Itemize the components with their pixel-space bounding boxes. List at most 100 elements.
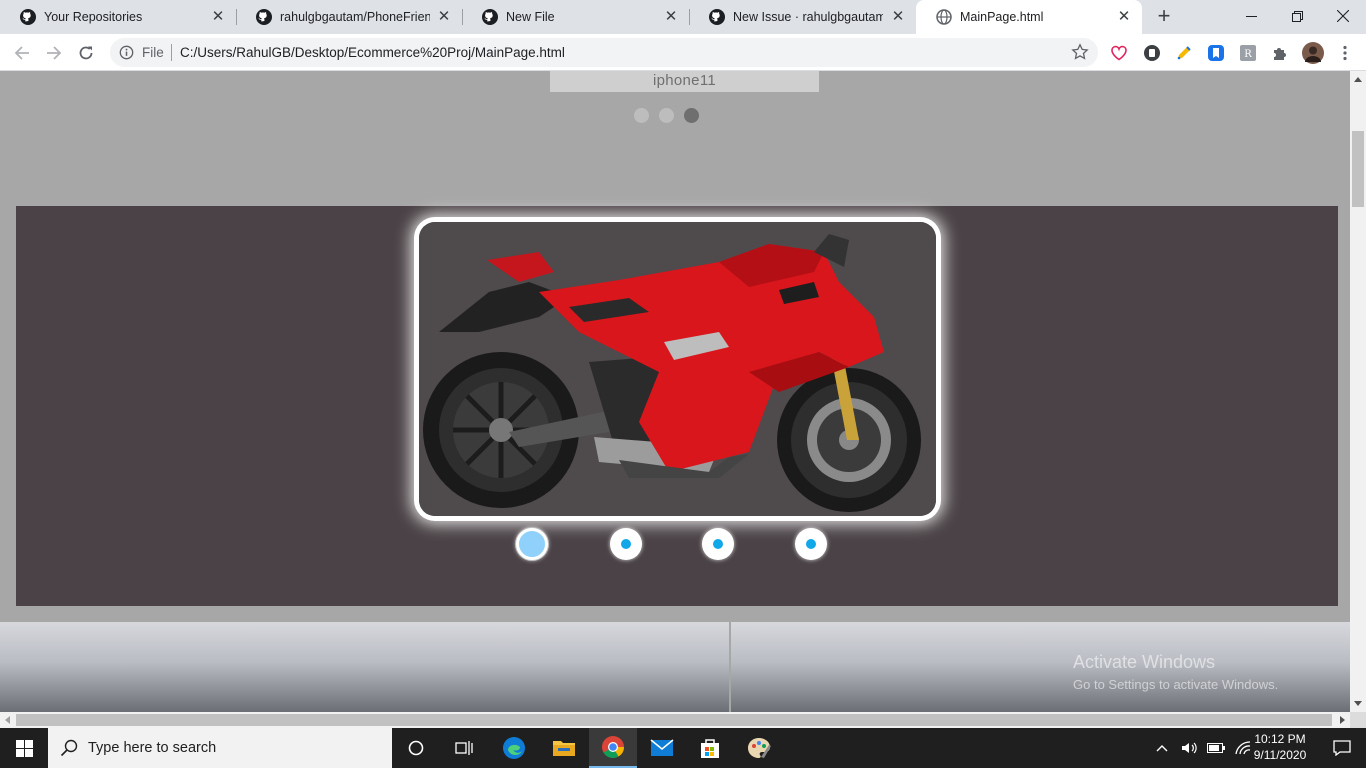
slider-dot[interactable] xyxy=(659,108,674,123)
arrow-right-icon xyxy=(47,46,62,60)
slide-radio-3[interactable] xyxy=(702,528,734,560)
notification-icon xyxy=(1333,740,1351,756)
minimize-button[interactable] xyxy=(1228,0,1274,32)
tab-title: New File xyxy=(506,10,555,24)
puzzle-extensions-icon[interactable] xyxy=(1271,44,1289,62)
chevron-up-icon[interactable] xyxy=(1155,743,1169,753)
extension-badge-icon[interactable] xyxy=(1143,44,1161,62)
heart-extension-icon[interactable] xyxy=(1110,44,1128,62)
store-bag-icon xyxy=(701,739,719,758)
more-menu-icon[interactable] xyxy=(1336,44,1354,62)
url-text[interactable]: C:/Users/RahulGB/Desktop/Ecommerce%20Pro… xyxy=(180,45,565,60)
activate-windows-title: Activate Windows xyxy=(1073,652,1216,672)
bookmark-star-icon[interactable] xyxy=(1071,43,1089,61)
product-card-banner[interactable] xyxy=(731,622,1350,712)
task-view-icon xyxy=(455,741,473,755)
github-icon xyxy=(256,9,272,25)
cortana-button[interactable] xyxy=(392,728,440,768)
close-icon[interactable]: ✕ xyxy=(663,9,679,25)
edge-icon xyxy=(503,737,525,759)
clock-time: 10:12 PM xyxy=(1254,732,1306,746)
folder-icon xyxy=(553,741,575,756)
slide-caption: iphone11 xyxy=(550,71,819,92)
tab-phonefriend[interactable]: rahulgbgautam/PhoneFriend ✕ xyxy=(236,0,462,34)
scrollbar-corner xyxy=(1350,712,1366,728)
system-tray xyxy=(1155,728,1251,768)
slide-image-frame xyxy=(419,222,936,516)
restore-icon xyxy=(1291,10,1303,22)
windows-logo-icon xyxy=(15,739,33,757)
tab-strip: Your Repositories ✕ rahulgbgautam/PhoneF… xyxy=(0,0,1366,34)
clock-date: 9/11/2020 xyxy=(1253,748,1307,762)
tab-new-file[interactable]: New File ✕ xyxy=(462,0,689,34)
arrow-left-icon xyxy=(14,46,29,60)
slide-radio-4[interactable] xyxy=(795,528,827,560)
forward-button[interactable] xyxy=(42,41,66,65)
close-icon[interactable]: ✕ xyxy=(210,9,226,25)
product-card-banner[interactable] xyxy=(0,622,729,712)
bookmark-extension-icon[interactable] xyxy=(1207,44,1225,62)
scroll-right-arrow[interactable] xyxy=(1340,716,1345,724)
edge-taskbar-button[interactable] xyxy=(490,728,538,768)
globe-icon xyxy=(936,9,952,25)
start-button[interactable] xyxy=(0,728,48,768)
close-icon[interactable]: ✕ xyxy=(890,9,906,25)
scroll-down-arrow[interactable] xyxy=(1354,701,1362,706)
taskbar-search-box[interactable]: Type here to search xyxy=(48,728,392,768)
address-divider xyxy=(171,44,172,61)
github-icon xyxy=(482,9,498,25)
windows-taskbar: Type here to search 10:12 PM 9/11/2020 xyxy=(0,728,1366,768)
tab-title: New Issue · rahulgbgautam/Ec xyxy=(733,10,883,24)
reload-button[interactable] xyxy=(74,41,98,65)
slide-radio-1[interactable] xyxy=(516,528,548,560)
back-button[interactable] xyxy=(10,41,34,65)
tab-your-repositories[interactable]: Your Repositories ✕ xyxy=(0,0,236,34)
tab-title: rahulgbgautam/PhoneFriend xyxy=(280,10,430,24)
scroll-left-arrow[interactable] xyxy=(5,716,10,724)
action-center-button[interactable] xyxy=(1318,728,1366,768)
slider-dot[interactable] xyxy=(634,108,649,123)
chrome-taskbar-button[interactable] xyxy=(589,728,637,768)
slide-radio-2[interactable] xyxy=(610,528,642,560)
taskbar-clock[interactable]: 10:12 PM 9/11/2020 xyxy=(1240,731,1320,763)
radio-dot xyxy=(806,539,816,549)
info-icon[interactable] xyxy=(119,45,134,60)
cortana-circle-icon xyxy=(408,740,424,756)
radio-dot xyxy=(713,539,723,549)
scroll-thumb[interactable] xyxy=(1352,131,1364,207)
search-icon xyxy=(60,739,78,757)
search-placeholder: Type here to search xyxy=(88,740,217,756)
vertical-scrollbar[interactable] xyxy=(1350,71,1366,712)
paint-palette-icon xyxy=(748,738,771,758)
tab-mainpage[interactable]: MainPage.html ✕ xyxy=(916,0,1142,34)
motorcycle-image xyxy=(419,222,936,516)
mail-icon xyxy=(650,739,674,756)
horizontal-scrollbar[interactable] xyxy=(0,712,1350,728)
avatar[interactable] xyxy=(1302,42,1324,64)
close-window-button[interactable] xyxy=(1320,0,1366,32)
scroll-thumb[interactable] xyxy=(16,714,1332,726)
chrome-icon xyxy=(602,736,624,758)
store-taskbar-button[interactable] xyxy=(686,728,734,768)
tab-new-issue[interactable]: New Issue · rahulgbgautam/Ec ✕ xyxy=(689,0,916,34)
minimize-icon xyxy=(1245,15,1257,17)
file-explorer-button[interactable] xyxy=(540,728,588,768)
reader-extension-icon[interactable]: R xyxy=(1239,44,1257,62)
tab-title: MainPage.html xyxy=(960,10,1044,24)
battery-icon[interactable] xyxy=(1207,743,1225,753)
pencil-extension-icon[interactable] xyxy=(1175,44,1193,62)
task-view-button[interactable] xyxy=(440,728,488,768)
scroll-up-arrow[interactable] xyxy=(1354,77,1362,82)
close-icon[interactable]: ✕ xyxy=(436,9,452,25)
github-icon xyxy=(709,9,725,25)
restore-button[interactable] xyxy=(1274,0,1320,32)
close-icon[interactable]: ✕ xyxy=(1116,9,1132,25)
new-tab-button[interactable]: + xyxy=(1152,5,1176,29)
mail-taskbar-button[interactable] xyxy=(638,728,686,768)
address-bar[interactable]: File C:/Users/RahulGB/Desktop/Ecommerce%… xyxy=(110,38,1098,67)
slider-dots xyxy=(634,108,699,123)
slider-dot-active[interactable] xyxy=(684,108,699,123)
paint-taskbar-button[interactable] xyxy=(735,728,783,768)
volume-icon[interactable] xyxy=(1181,741,1197,755)
radio-dot xyxy=(621,539,631,549)
